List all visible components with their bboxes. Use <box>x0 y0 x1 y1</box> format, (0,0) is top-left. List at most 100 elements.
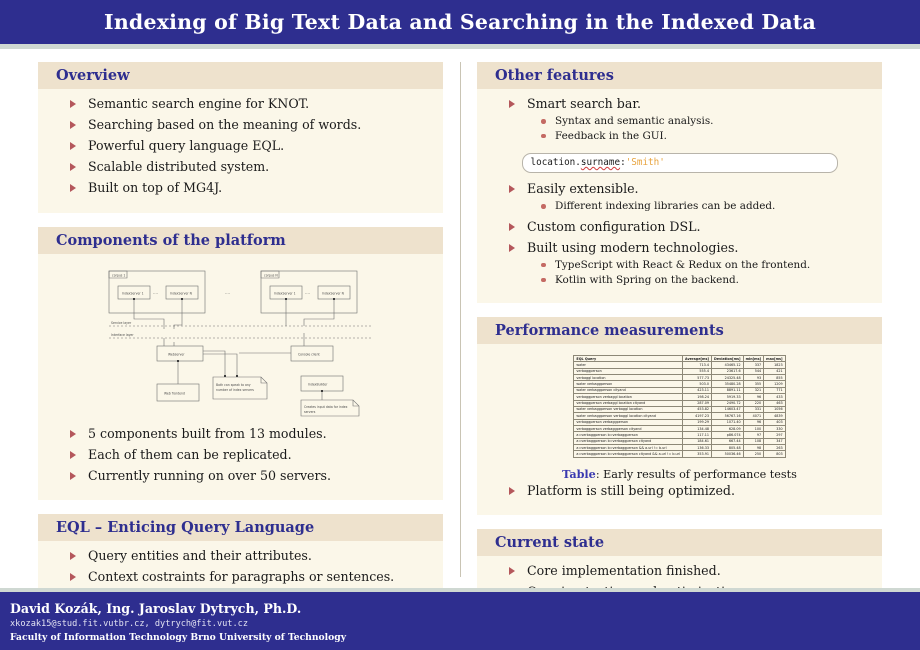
section-overview: Overview Semantic search engine for KNOT… <box>38 62 443 213</box>
table-caption-label: Table <box>562 466 596 481</box>
list-item-label: Semantic search engine for KNOT. <box>88 96 310 111</box>
list-item-label: Query entities and their attributes. <box>88 547 312 563</box>
list-item: Query entities and their attributes. <box>52 548 429 564</box>
section-overview-heading: Overview <box>38 62 443 89</box>
sub-list-item-label: Syntax and semantic analysis. <box>555 115 714 128</box>
list-item-label: Currently running on over 50 servers. <box>88 467 332 483</box>
triangle-bullet-icon <box>70 142 76 151</box>
dot-bullet-icon <box>541 204 546 209</box>
list-item: Platform is still being optimized. <box>491 483 868 499</box>
search-input[interactable]: location.surname:'Smith' <box>521 153 838 174</box>
search-token-string: 'Smith' <box>625 157 665 169</box>
section-current-state-heading: Current state <box>477 528 882 556</box>
list-item: Smart search bar. Syntax and semantic an… <box>491 96 868 143</box>
architecture-diagram-wrap: corpus 1 corpus N IndexServer 1 IndexSer… <box>52 261 429 426</box>
triangle-bullet-icon <box>70 184 76 193</box>
sub-list-item-label: Kotlin with Spring on the backend. <box>555 273 739 286</box>
triangle-bullet-icon <box>509 243 515 252</box>
section-eql-heading: EQL – Enticing Query Language <box>38 513 443 541</box>
dot-bullet-icon <box>541 133 546 139</box>
list-item: Semantic search engine for KNOT. <box>52 96 429 112</box>
diagram-indexbuilder-label: IndexBuilder <box>308 382 328 386</box>
list-item-label: Platform is still being optimized. <box>527 482 735 498</box>
table-row: a=verbaggperson b=verbaggperson cityand … <box>573 450 786 458</box>
overview-list: Semantic search engine for KNOT. Searchi… <box>52 96 429 197</box>
sub-list-item: Different indexing libraries can be adde… <box>527 200 868 214</box>
diagram-indexserver-label: IndexServer N <box>322 291 345 295</box>
sub-list: Syntax and semantic analysis. Feedback i… <box>527 115 868 143</box>
triangle-bullet-icon <box>509 222 515 231</box>
diagram-console-client-label: Console client <box>298 352 321 356</box>
sub-list-item: Kotlin with Spring on the backend. <box>527 274 868 288</box>
list-item: 5 components built from 13 modules. <box>52 426 429 442</box>
list-item: Context costraints for paragraphs or sen… <box>52 569 429 585</box>
table-caption: Table: Early results of performance test… <box>491 467 868 481</box>
diagram-interface-layer-label: Interface layer <box>111 333 134 337</box>
title-divider <box>0 44 920 49</box>
diagram-note-both: Both can speak to any <box>216 383 251 387</box>
sub-list-item-label: Different indexing libraries can be adde… <box>555 200 776 213</box>
dot-bullet-icon <box>541 262 546 268</box>
sub-list-item: Feedback in the GUI. <box>527 130 868 144</box>
triangle-bullet-icon <box>70 100 76 108</box>
list-item: Built using modern technologies. TypeScr… <box>491 240 868 287</box>
section-components-body: corpus 1 corpus N IndexServer 1 IndexSer… <box>38 254 443 500</box>
triangle-bullet-icon <box>70 551 76 560</box>
right-column: Other features Smart search bar. Syntax … <box>477 62 882 650</box>
diagram-ellipsis: .... <box>153 290 158 295</box>
triangle-bullet-icon <box>70 121 76 130</box>
dot-bullet-icon <box>541 119 546 124</box>
table-cell-query: a=verbaggperson b=verbaggperson cityand … <box>573 450 683 458</box>
sub-list-item: Syntax and semantic analysis. <box>527 115 868 129</box>
page-title: Indexing of Big Text Data and Searching … <box>104 10 816 34</box>
dot-bullet-icon <box>541 277 546 282</box>
list-item-label: Scalable distributed system. <box>88 159 270 175</box>
diagram-corpus-right-label: corpus N <box>264 273 278 277</box>
other-features-list-cont: Easily extensible. Different indexing li… <box>491 181 868 287</box>
list-item: Each of them can be replicated. <box>52 447 429 463</box>
section-components: Components of the platform corpus 1 corp… <box>38 226 443 500</box>
triangle-bullet-icon <box>70 163 76 172</box>
search-token-attribute: surname <box>580 157 621 169</box>
author-names: David Kozák, Ing. Jaroslav Dytrych, Ph.D… <box>10 601 302 616</box>
diagram-service-layer-label: Service layer <box>111 321 132 325</box>
diagram-note-builder: servers <box>304 410 316 414</box>
triangle-bullet-icon <box>509 185 515 194</box>
sub-list: Different indexing libraries can be adde… <box>527 200 868 214</box>
list-item-label: Built using modern technologies. <box>527 239 739 255</box>
column-divider <box>460 62 461 577</box>
list-item: Core implementation finished. <box>491 563 868 579</box>
triangle-bullet-icon <box>509 566 515 575</box>
list-item: Scalable distributed system. <box>52 159 429 175</box>
performance-list: Platform is still being optimized. <box>491 483 868 499</box>
table-cell-min: 250 <box>742 450 765 458</box>
performance-table-wrap: EQL Query Average[ms] Deviation[ms] min[… <box>491 351 868 460</box>
poster-title-bar: Indexing of Big Text Data and Searching … <box>0 0 920 44</box>
affiliation: Faculty of Information Technology Brno U… <box>10 632 347 643</box>
table-cell-avg: 353.91 <box>681 450 713 458</box>
list-item-label: Core implementation finished. <box>527 562 721 578</box>
section-performance-body: EQL Query Average[ms] Deviation[ms] min[… <box>477 344 882 515</box>
list-item-label: Searching based on the meaning of words. <box>88 117 362 133</box>
list-item: Easily extensible. Different indexing li… <box>491 181 868 214</box>
section-other-features-body: Smart search bar. Syntax and semantic an… <box>477 89 882 303</box>
triangle-bullet-icon <box>509 486 515 495</box>
triangle-bullet-icon <box>70 471 76 480</box>
diagram-indexserver-label: IndexServer N <box>170 291 193 295</box>
diagram-note-both: number of index servers <box>216 388 254 392</box>
list-item-label: Context costraints for paragraphs or sen… <box>88 568 395 584</box>
section-performance-heading: Performance measurements <box>477 317 882 345</box>
other-features-list: Smart search bar. Syntax and semantic an… <box>491 96 868 143</box>
list-item-label: Powerful query language EQL. <box>88 138 285 154</box>
diagram-indexserver-label: IndexServer 1 <box>122 291 144 295</box>
diagram-ellipsis: .... <box>225 290 230 295</box>
triangle-bullet-icon <box>509 100 515 108</box>
list-item: Custom configuration DSL. <box>491 219 868 235</box>
list-item: Built on top of MG4J. <box>52 180 429 196</box>
sub-list-item-label: TypeScript with React & Redux on the fro… <box>555 258 811 271</box>
list-item: Powerful query language EQL. <box>52 138 429 154</box>
diagram-webserver-label: Webserver <box>168 352 185 356</box>
list-item: Searching based on the meaning of words. <box>52 117 429 133</box>
diagram-ellipsis: .... <box>305 290 310 295</box>
list-item-label: Easily extensible. <box>527 181 639 197</box>
